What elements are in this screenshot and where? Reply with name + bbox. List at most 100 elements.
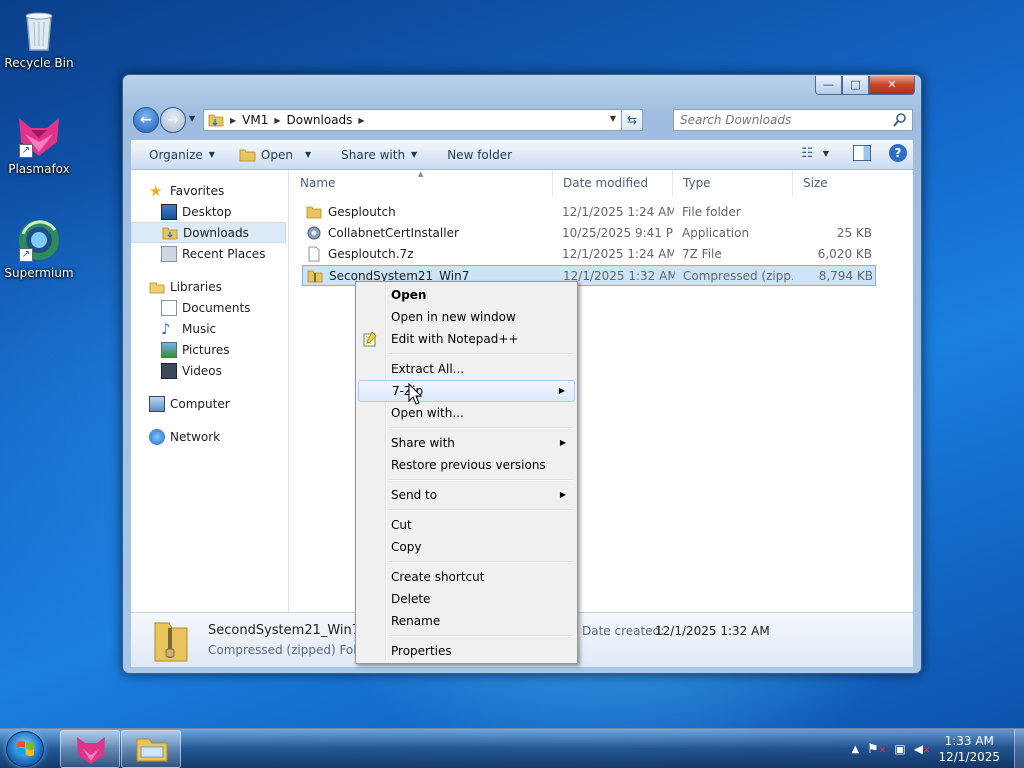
submenu-arrow-icon: ▶ [559,438,566,447]
nav-computer[interactable]: Computer [131,393,288,414]
file-icon [308,246,320,262]
close-button[interactable]: ✕ [869,76,915,95]
chevron-down-icon: ▼ [208,150,215,159]
menu-item-rename[interactable]: Rename [358,610,575,632]
menu-separator [358,350,575,358]
nav-downloads[interactable]: Downloads [131,222,286,243]
chevron-down-icon: ▼ [304,150,312,159]
open-button[interactable]: Open ▼ [227,148,323,162]
file-size: 25 KB [836,226,872,240]
plasmafox-icon [77,737,105,764]
help-icon[interactable]: ? [889,144,907,162]
menu-item-7zip[interactable]: 7-Zip ▶ [358,380,575,402]
taskbar-plasmafox-button[interactable] [60,730,120,768]
address-dropdown-icon[interactable]: ▼ [610,114,616,123]
search-input[interactable] [680,113,892,127]
menu-item-edit-notepad[interactable]: Edit with Notepad++ [358,328,575,350]
mouse-cursor-icon [408,383,423,405]
table-row[interactable]: CollabnetCertInstaller 10/25/2025 9:41 P… [302,223,876,244]
file-name: Gesploutch.7z [328,247,414,261]
menu-item-restore-previous[interactable]: Restore previous versions [358,454,575,476]
nav-libraries[interactable]: Libraries [131,276,288,297]
desktop-icon-plasmafox[interactable]: ↗ Plasmafox [1,112,77,176]
new-folder-button[interactable]: New folder [429,148,524,162]
menu-separator [358,424,575,432]
nav-recent-places[interactable]: Recent Places [131,243,288,264]
menu-item-properties[interactable]: Properties [358,640,575,662]
nav-favorites[interactable]: ★ Favorites [131,180,288,201]
clock[interactable]: 1:33 AM 12/1/2025 [938,733,1000,765]
breadcrumb-vm1[interactable]: VM1 [242,113,268,127]
breadcrumb-downloads[interactable]: Downloads [287,113,353,127]
nav-network[interactable]: Network [131,426,288,447]
file-type: File folder [682,205,741,219]
desktop-icon [161,203,177,220]
column-header-type[interactable]: Type [672,170,792,196]
nav-desktop[interactable]: Desktop [131,201,288,222]
table-row[interactable]: Gesploutch 12/1/2025 1:24 AM File folder [302,202,876,223]
documents-icon [161,299,177,316]
back-button[interactable]: ← [133,107,159,133]
menu-item-cut[interactable]: Cut [358,514,575,536]
table-row[interactable]: Gesploutch.7z 12/1/2025 1:24 AM 7Z File … [302,244,876,265]
address-bar[interactable]: ▶ VM1 ▶ Downloads ▶ ▼ ⇆ [203,109,643,131]
nav-documents[interactable]: Documents [131,297,288,318]
menu-item-copy[interactable]: Copy [358,536,575,558]
desktop-icon-supermium[interactable]: ↗ Supermium [1,216,77,280]
menu-item-create-shortcut[interactable]: Create shortcut [358,566,575,588]
menu-item-share-with[interactable]: Share with ▶ [358,432,575,454]
volume-muted-icon[interactable]: ◀✕ [914,742,931,756]
caption-buttons: — □ ✕ [815,76,915,95]
taskbar-explorer-button[interactable] [121,730,181,768]
windows-logo-icon [17,741,34,756]
maximize-button[interactable]: □ [842,76,869,95]
desktop-icon-recycle-bin[interactable]: Recycle Bin [1,6,77,70]
search-icon[interactable] [892,112,908,128]
action-center-flag-icon[interactable]: ⚑✕ [867,742,886,757]
menu-item-extract-all[interactable]: Extract All... [358,358,575,380]
network-status-icon[interactable]: ▣ [894,742,905,756]
preview-pane-icon[interactable] [853,145,871,161]
share-with-button[interactable]: Share with ▼ [323,148,429,162]
start-button[interactable] [6,731,44,767]
file-date: 12/1/2025 1:24 AM [562,205,674,219]
file-size: 8,794 KB [818,269,873,283]
nav-pictures[interactable]: Pictures [131,339,288,360]
shortcut-arrow-icon: ↗ [19,248,33,262]
refresh-button[interactable]: ⇆ [621,109,643,131]
menu-item-open-new-window[interactable]: Open in new window [358,306,575,328]
view-dropdown-icon[interactable]: ▼ [823,149,829,158]
nav-documents-label: Documents [182,300,251,315]
search-box[interactable] [673,109,913,131]
menu-separator [358,476,575,484]
column-header-size[interactable]: Size [792,170,872,196]
menu-separator [358,506,575,514]
view-options-icon[interactable]: ☷ [801,146,813,161]
breadcrumb-separator-icon[interactable]: ▶ [230,116,236,125]
nav-music[interactable]: ♪ Music [131,318,288,339]
menu-item-share-with-label: Share with [391,436,455,450]
nav-favorites-label: Favorites [170,183,225,198]
breadcrumb-separator-icon[interactable]: ▶ [358,116,364,125]
pictures-icon [161,341,177,358]
star-icon: ★ [149,181,163,200]
forward-button[interactable]: → [160,107,186,133]
breadcrumb-separator-icon[interactable]: ▶ [274,116,280,125]
menu-item-send-to[interactable]: Send to ▶ [358,484,575,506]
submenu-arrow-icon: ▶ [559,490,566,499]
recent-pages-dropdown-icon[interactable]: ▼ [189,114,195,123]
downloads-folder-icon [162,227,178,239]
show-hidden-icons-button[interactable]: ▲ [851,744,859,755]
nav-videos[interactable]: Videos [131,360,288,381]
organize-button[interactable]: Organize ▼ [131,148,227,162]
notepad-plus-plus-icon [363,331,377,347]
menu-item-open-with[interactable]: Open with... [358,402,575,424]
show-desktop-button[interactable] [1014,729,1024,768]
minimize-button[interactable]: — [815,76,842,95]
details-date-created-label: Date created: [582,624,665,638]
column-header-date-modified[interactable]: Date modified [552,170,672,196]
menu-item-delete[interactable]: Delete [358,588,575,610]
nav-network-label: Network [170,429,221,444]
details-file-name: SecondSystem21_Win7 [208,623,361,638]
menu-item-open[interactable]: Open [358,284,575,306]
